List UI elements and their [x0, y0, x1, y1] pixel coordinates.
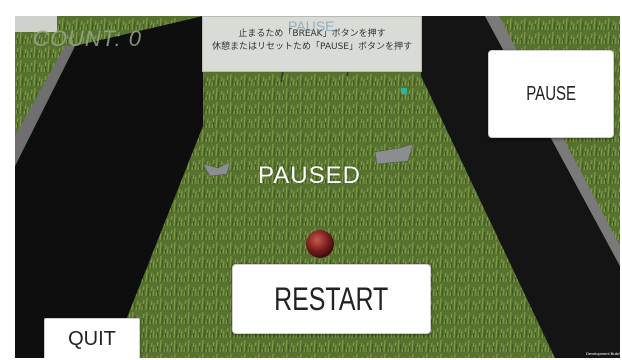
count-label: COUNT: 0 [33, 26, 143, 51]
teal-marker [401, 88, 407, 94]
sign-line-2: 休憩またはリセットため「PAUSE」ボタンを押す [212, 42, 412, 52]
pause-button[interactable]: PAUSE [488, 50, 614, 138]
sign-line-1: 止まるため「BREAK」ボタンを押す [238, 29, 386, 39]
development-build-label: Development Build [586, 351, 620, 356]
quit-button[interactable]: QUIT [44, 318, 140, 358]
ball [306, 230, 334, 258]
restart-button[interactable]: RESTART [232, 264, 431, 334]
paused-label: PAUSED [258, 162, 361, 189]
quit-button-label: QUIT [68, 327, 116, 350]
pause-button-label: PAUSE [526, 82, 576, 105]
restart-button-label: RESTART [274, 280, 389, 317]
game-viewport[interactable]: PAUSE 止まるため「BREAK」ボタンを押す 休憩またはリセットため「PAU… [15, 16, 620, 358]
instruction-sign: PAUSE 止まるため「BREAK」ボタンを押す 休憩またはリセットため「PAU… [202, 16, 422, 72]
